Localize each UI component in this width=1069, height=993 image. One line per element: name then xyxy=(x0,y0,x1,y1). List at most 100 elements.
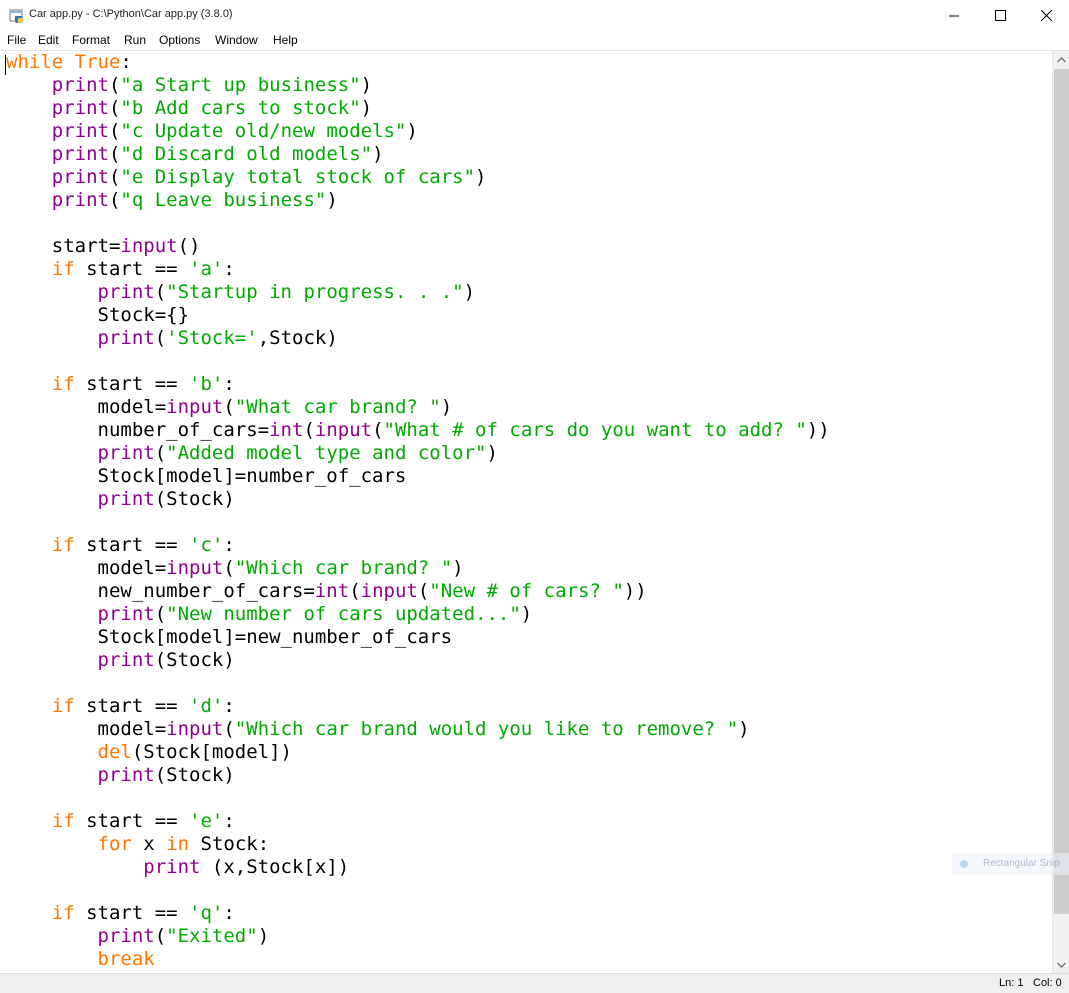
text-cursor xyxy=(5,55,6,75)
code-token: ,Stock) xyxy=(257,327,338,349)
code-line: print("Exited") xyxy=(6,925,270,947)
builtin-token: print xyxy=(97,442,155,464)
code-line: print("b Add cars to stock") xyxy=(6,97,372,119)
builtin-token: print xyxy=(97,603,155,625)
code-token: : xyxy=(120,51,132,73)
keyword-token: if xyxy=(51,902,75,924)
menu-file[interactable]: File xyxy=(7,33,26,47)
close-button[interactable] xyxy=(1023,0,1069,30)
builtin-token: input xyxy=(166,718,224,740)
code-line: print("Startup in progress. . .") xyxy=(6,281,476,303)
code-token: start == xyxy=(74,695,190,717)
code-token: ) xyxy=(257,925,270,947)
code-line: if start == 'a': xyxy=(6,258,235,280)
builtin-token: input xyxy=(120,235,178,257)
code-line: print(Stock) xyxy=(6,764,235,786)
code-token: start == xyxy=(74,534,190,556)
code-token: start == xyxy=(74,810,190,832)
code-line: print("c Update old/new models") xyxy=(6,120,418,142)
code-token: ) xyxy=(406,120,418,142)
string-token: "e Display total stock of cars" xyxy=(120,166,476,188)
menu-help[interactable]: Help xyxy=(273,33,298,47)
code-token: ) xyxy=(360,97,373,119)
vertical-scrollbar[interactable] xyxy=(1052,51,1069,973)
code-token: : xyxy=(223,810,235,832)
string-token: 'c' xyxy=(189,534,224,556)
keyword-token: while xyxy=(6,51,64,73)
string-token: "New number of cars updated..." xyxy=(166,603,521,625)
builtin-token: input xyxy=(314,419,373,441)
code-token: ) xyxy=(326,189,338,211)
code-token: (Stock) xyxy=(154,764,235,786)
code-token: Stock={} xyxy=(6,304,190,326)
string-token: 'd' xyxy=(189,695,224,717)
code-token: start= xyxy=(6,235,121,257)
code-line: for x in Stock: xyxy=(6,833,270,855)
menu-edit[interactable]: Edit xyxy=(38,33,59,47)
builtin-token: print xyxy=(97,488,155,510)
code-line: print(Stock) xyxy=(6,488,235,510)
code-token: (x,Stock[x]) xyxy=(200,856,350,878)
string-token: "q Leave business" xyxy=(120,189,327,211)
code-token: start == xyxy=(74,902,190,924)
string-token: "Added model type and color" xyxy=(166,442,487,464)
code-token: ( xyxy=(303,419,315,441)
scroll-thumb[interactable] xyxy=(1054,69,1069,914)
string-token: "Which car brand? " xyxy=(234,557,453,579)
string-token: "d Discard old models" xyxy=(120,143,373,165)
string-token: "What car brand? " xyxy=(234,396,441,418)
chevron-down-icon xyxy=(1057,962,1066,968)
code-token: model= xyxy=(6,396,167,418)
menu-run[interactable]: Run xyxy=(124,33,146,47)
builtin-token: print xyxy=(51,120,109,142)
code-token: ) xyxy=(372,143,384,165)
code-line: print("q Leave business") xyxy=(6,189,338,211)
maximize-button[interactable] xyxy=(977,0,1023,30)
minimize-button[interactable] xyxy=(931,0,977,30)
code-token: : xyxy=(223,902,235,924)
string-token: "Exited" xyxy=(166,925,258,947)
scroll-down-button[interactable] xyxy=(1053,956,1069,973)
code-line: model=input("What car brand? ") xyxy=(6,396,453,418)
code-token: ) xyxy=(486,442,498,464)
menu-options[interactable]: Options xyxy=(159,33,200,47)
menu-format[interactable]: Format xyxy=(72,33,110,47)
code-line: print (x,Stock[x]) xyxy=(6,856,349,878)
code-token: ( xyxy=(223,718,235,740)
code-line: Stock={} xyxy=(6,304,190,326)
code-line: if start == 'c': xyxy=(6,534,235,556)
code-token: ) xyxy=(463,281,476,303)
keyword-token: if xyxy=(51,695,75,717)
code-token: ( xyxy=(223,557,235,579)
string-token: 'a' xyxy=(189,258,224,280)
builtin-token: print xyxy=(51,189,109,211)
code-token: ( xyxy=(108,120,121,142)
code-line: number_of_cars=int(input("What # of cars… xyxy=(6,419,830,441)
code-token: : xyxy=(223,695,235,717)
code-line: Stock[model]=new_number_of_cars xyxy=(6,626,453,648)
menu-window[interactable]: Window xyxy=(215,33,258,47)
snip-tooltip: Rectangular Snip xyxy=(952,853,1069,875)
code-token: ( xyxy=(108,189,121,211)
code-text[interactable]: while True: print("a Start up business")… xyxy=(6,51,830,971)
code-line: break xyxy=(6,948,155,970)
string-token: "New # of cars? " xyxy=(429,580,624,602)
builtin-token: input xyxy=(166,557,224,579)
code-token: Stock: xyxy=(189,833,270,855)
code-line: if start == 'q': xyxy=(6,902,235,924)
code-editor[interactable]: while True: print("a Start up business")… xyxy=(0,51,1052,973)
code-token: number_of_cars= xyxy=(6,419,270,441)
keyword-token: True xyxy=(74,51,121,73)
code-line: model=input("Which car brand? ") xyxy=(6,557,464,579)
scroll-up-button[interactable] xyxy=(1053,51,1069,68)
builtin-token: int xyxy=(314,580,350,602)
